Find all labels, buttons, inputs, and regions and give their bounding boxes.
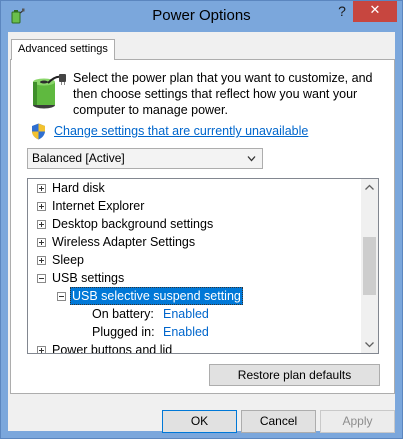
tree-item-label: Desktop background settings bbox=[52, 217, 214, 231]
expand-icon[interactable] bbox=[37, 238, 46, 247]
help-button[interactable]: ? bbox=[329, 1, 355, 23]
dialog-client-area: Advanced settings Select the power plan … bbox=[8, 32, 395, 433]
battery-plug-icon bbox=[33, 74, 66, 109]
intro-description: Select the power plan that you want to c… bbox=[73, 71, 373, 117]
collapse-icon[interactable] bbox=[57, 292, 66, 301]
cancel-button[interactable]: Cancel bbox=[241, 410, 316, 433]
power-options-window: Power Options ? ✕ Advanced settings Sele… bbox=[0, 0, 403, 439]
expand-icon[interactable] bbox=[37, 256, 46, 265]
tree-item-hard-disk[interactable]: Hard disk bbox=[28, 179, 362, 197]
setting-label-plugged-in: Plugged in: bbox=[92, 325, 155, 339]
scroll-down-arrow-icon[interactable] bbox=[361, 336, 378, 353]
tree-item-internet-explorer[interactable]: Internet Explorer bbox=[28, 197, 362, 215]
tree-item-label: Wireless Adapter Settings bbox=[52, 235, 196, 249]
restore-plan-defaults-button[interactable]: Restore plan defaults bbox=[209, 364, 380, 386]
scroll-up-arrow-icon[interactable] bbox=[361, 179, 378, 196]
expand-icon[interactable] bbox=[37, 220, 46, 229]
expand-icon[interactable] bbox=[37, 346, 46, 353]
tree-item-usb-settings[interactable]: USB settings bbox=[28, 269, 362, 287]
apply-button[interactable]: Apply bbox=[320, 410, 395, 433]
tree-item-label: Internet Explorer bbox=[52, 199, 145, 213]
power-plan-selected-value: Balanced [Active] bbox=[32, 151, 125, 165]
tree-item-label: USB settings bbox=[52, 271, 125, 285]
tree-item-sleep[interactable]: Sleep bbox=[28, 251, 362, 269]
change-settings-link[interactable]: Change settings that are currently unava… bbox=[54, 124, 308, 138]
tree-item-label: Power buttons and lid bbox=[52, 343, 173, 354]
tree-item-power-buttons[interactable]: Power buttons and lid bbox=[28, 341, 362, 354]
chevron-down-icon bbox=[247, 156, 256, 162]
scrollbar-thumb[interactable] bbox=[363, 237, 376, 295]
title-bar[interactable]: Power Options ? ✕ bbox=[1, 1, 402, 32]
setting-label-on-battery: On battery: bbox=[92, 307, 154, 321]
tab-advanced-settings[interactable]: Advanced settings bbox=[11, 39, 115, 60]
plugged-in-value-link[interactable]: Enabled bbox=[163, 323, 209, 341]
collapse-icon[interactable] bbox=[37, 274, 46, 283]
tree-item-label: Sleep bbox=[52, 253, 84, 267]
settings-tree: Hard disk Internet Explorer Desktop back… bbox=[27, 178, 379, 354]
setting-value-on-battery: On battery: Enabled bbox=[28, 305, 362, 323]
tree-scrollbar[interactable] bbox=[361, 179, 378, 353]
tree-item-desktop-background[interactable]: Desktop background settings bbox=[28, 215, 362, 233]
ok-button[interactable]: OK bbox=[162, 410, 237, 433]
tree-item-label: Hard disk bbox=[52, 181, 105, 195]
power-plan-dropdown[interactable]: Balanced [Active] bbox=[27, 148, 263, 169]
on-battery-value-link[interactable]: Enabled bbox=[163, 305, 209, 323]
tree-item-wireless-adapter[interactable]: Wireless Adapter Settings bbox=[28, 233, 362, 251]
shield-icon bbox=[32, 123, 45, 140]
expand-icon[interactable] bbox=[37, 184, 46, 193]
tree-item-label-selected: USB selective suspend setting bbox=[70, 287, 243, 305]
setting-value-plugged-in: Plugged in: Enabled bbox=[28, 323, 362, 341]
expand-icon[interactable] bbox=[37, 202, 46, 211]
advanced-settings-panel: Select the power plan that you want to c… bbox=[10, 59, 395, 394]
tree-item-usb-selective-suspend[interactable]: USB selective suspend setting bbox=[28, 287, 362, 305]
close-button[interactable]: ✕ bbox=[353, 1, 397, 22]
